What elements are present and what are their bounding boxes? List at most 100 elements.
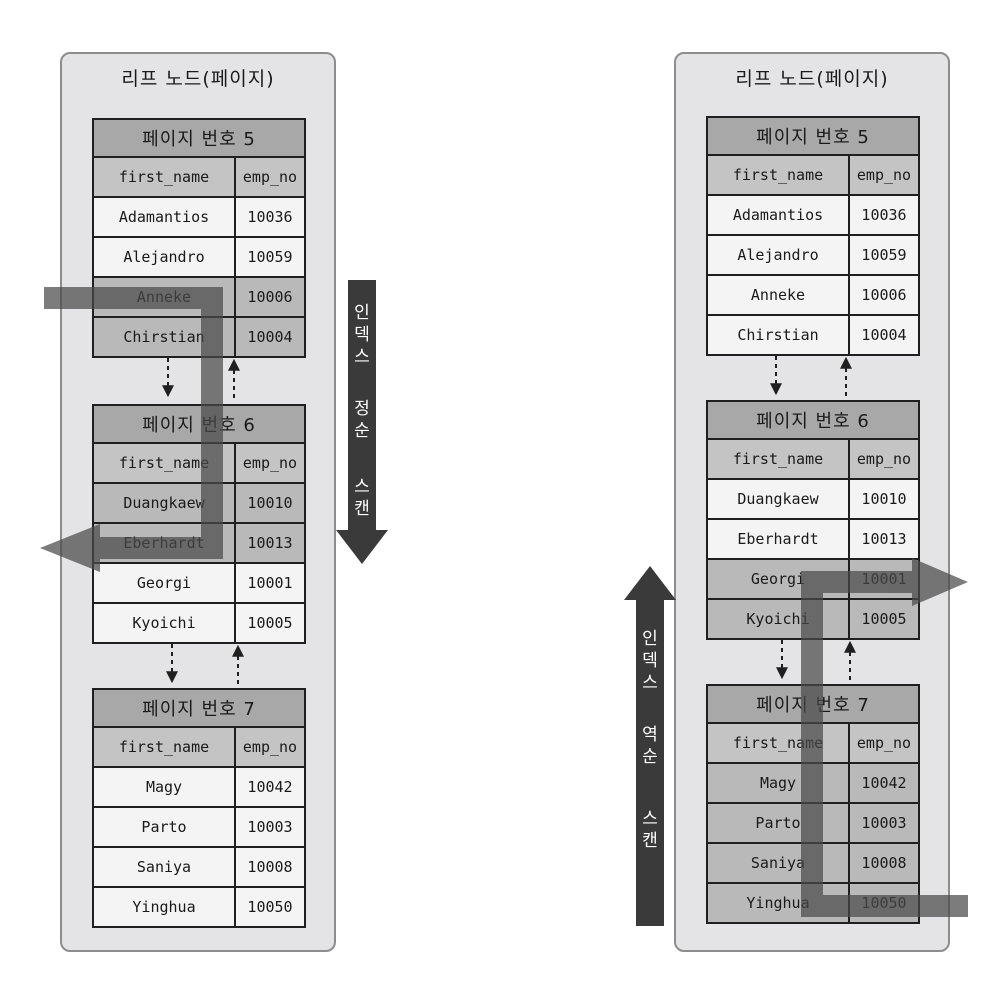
emp-no-cell: 10059 (234, 236, 306, 278)
emp-no-cell: 10059 (848, 234, 920, 276)
page-header: 페이지 번호 7 (92, 688, 306, 728)
backward-scan-arrow (624, 566, 676, 926)
page-table: first_name emp_no Magy 10042 Parto 10003… (706, 722, 920, 924)
page-7: 페이지 번호 7 first_name emp_no Magy 10042 Pa… (706, 684, 920, 924)
first-name-cell: Parto (706, 802, 850, 844)
table-row: Chirstian 10004 (92, 316, 306, 358)
column-header: first_name (706, 438, 850, 480)
table-row: Kyoichi 10005 (706, 598, 920, 640)
emp-no-cell: 10006 (234, 276, 306, 318)
first-name-cell: Saniya (92, 846, 236, 888)
emp-no-cell: 10006 (848, 274, 920, 316)
first-name-cell: Saniya (706, 842, 850, 884)
table-row: Chirstian 10004 (706, 314, 920, 356)
leaf-node-panel-left: 리프 노드(페이지) 페이지 번호 5 first_name emp_no Ad… (60, 52, 336, 952)
column-header: emp_no (234, 442, 306, 484)
table-row: Yinghua 10050 (92, 886, 306, 928)
table-row: Duangkaew 10010 (706, 478, 920, 520)
emp-no-cell: 10005 (848, 598, 920, 640)
backward-scan-label: 인 덱 스 역 순 스 캔 (642, 629, 658, 851)
column-header: emp_no (848, 722, 920, 764)
table-row: Alejandro 10059 (92, 236, 306, 278)
emp-no-cell: 10050 (848, 882, 920, 924)
label-char: 덱 (642, 651, 658, 671)
label-char: 캔 (642, 831, 658, 851)
column-header: emp_no (234, 156, 306, 198)
first-name-cell: Chirstian (706, 314, 850, 356)
label-char: 스 (642, 809, 658, 829)
forward-scan-label: 인 덱 스 정 순 스 캔 (354, 303, 370, 519)
table-row: Yinghua 10050 (706, 882, 920, 924)
first-name-cell: Eberhardt (92, 522, 236, 564)
emp-no-cell: 10050 (234, 886, 306, 928)
table-header-row: first_name emp_no (92, 726, 306, 768)
table-row: Duangkaew 10010 (92, 482, 306, 524)
label-char: 스 (354, 477, 370, 497)
column-header: first_name (92, 442, 236, 484)
page-table: first_name emp_no Duangkaew 10010 Eberha… (92, 442, 306, 644)
column-header: emp_no (848, 154, 920, 196)
table-row: Alejandro 10059 (706, 234, 920, 276)
page-header: 페이지 번호 7 (706, 684, 920, 724)
page-7: 페이지 번호 7 first_name emp_no Magy 10042 Pa… (92, 688, 306, 928)
label-char: 인 (354, 303, 370, 323)
column-header: first_name (92, 726, 236, 768)
page-table: first_name emp_no Duangkaew 10010 Eberha… (706, 438, 920, 640)
table-header-row: first_name emp_no (92, 442, 306, 484)
emp-no-cell: 10036 (848, 194, 920, 236)
emp-no-cell: 10013 (234, 522, 306, 564)
page-header: 페이지 번호 5 (92, 118, 306, 158)
page-5: 페이지 번호 5 first_name emp_no Adamantios 10… (92, 118, 306, 358)
emp-no-cell: 10013 (848, 518, 920, 560)
forward-scan-arrow (336, 280, 388, 564)
panel-title: 리프 노드(페이지) (121, 68, 275, 90)
label-char: 순 (642, 747, 658, 767)
page-table: first_name emp_no Magy 10042 Parto 10003… (92, 726, 306, 928)
emp-no-cell: 10036 (234, 196, 306, 238)
table-row: Magy 10042 (706, 762, 920, 804)
first-name-cell: Yinghua (92, 886, 236, 928)
first-name-cell: Chirstian (92, 316, 236, 358)
leaf-node-panel-right: 리프 노드(페이지) 페이지 번호 5 first_name emp_no Ad… (674, 52, 950, 952)
page-6: 페이지 번호 6 first_name emp_no Duangkaew 100… (706, 400, 920, 640)
first-name-cell: Magy (92, 766, 236, 808)
emp-no-cell: 10001 (848, 558, 920, 600)
emp-no-cell: 10008 (848, 842, 920, 884)
first-name-cell: Adamantios (706, 194, 850, 236)
table-header-row: first_name emp_no (706, 154, 920, 196)
emp-no-cell: 10005 (234, 602, 306, 644)
table-row: Adamantios 10036 (92, 196, 306, 238)
first-name-cell: Yinghua (706, 882, 850, 924)
page-6: 페이지 번호 6 first_name emp_no Duangkaew 100… (92, 404, 306, 644)
first-name-cell: Eberhardt (706, 518, 850, 560)
first-name-cell: Alejandro (92, 236, 236, 278)
table-row: Anneke 10006 (92, 276, 306, 318)
page-5: 페이지 번호 5 first_name emp_no Adamantios 10… (706, 116, 920, 356)
first-name-cell: Duangkaew (706, 478, 850, 520)
emp-no-cell: 10004 (848, 314, 920, 356)
column-header: first_name (706, 154, 850, 196)
table-row: Eberhardt 10013 (706, 518, 920, 560)
first-name-cell: Magy (706, 762, 850, 804)
page-table: first_name emp_no Adamantios 10036 Aleja… (706, 154, 920, 356)
label-char: 역 (642, 725, 658, 745)
table-row: Georgi 10001 (706, 558, 920, 600)
first-name-cell: Adamantios (92, 196, 236, 238)
page-table: first_name emp_no Adamantios 10036 Aleja… (92, 156, 306, 358)
table-row: Magy 10042 (92, 766, 306, 808)
column-header: emp_no (848, 438, 920, 480)
emp-no-cell: 10008 (234, 846, 306, 888)
first-name-cell: Alejandro (706, 234, 850, 276)
emp-no-cell: 10003 (234, 806, 306, 848)
table-row: Saniya 10008 (92, 846, 306, 888)
column-header: emp_no (234, 726, 306, 768)
table-header-row: first_name emp_no (92, 156, 306, 198)
panel-title: 리프 노드(페이지) (735, 68, 889, 90)
page-header: 페이지 번호 5 (706, 116, 920, 156)
first-name-cell: Parto (92, 806, 236, 848)
emp-no-cell: 10010 (234, 482, 306, 524)
first-name-cell: Anneke (706, 274, 850, 316)
table-row: Parto 10003 (92, 806, 306, 848)
emp-no-cell: 10010 (848, 478, 920, 520)
label-char: 스 (642, 673, 658, 693)
